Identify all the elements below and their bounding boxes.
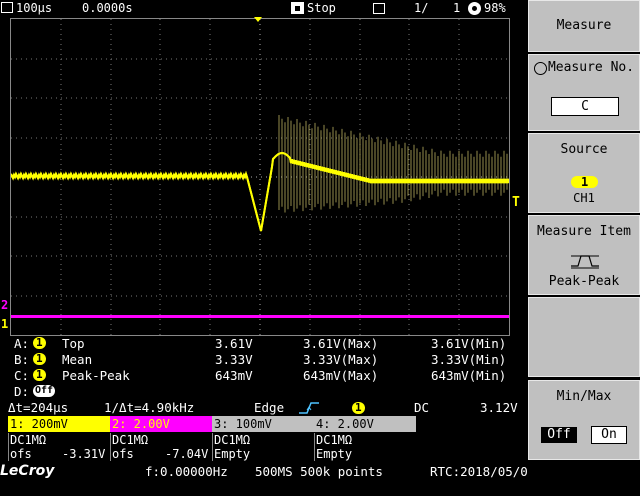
min-max-box[interactable]: Min/Max Off On [528,380,640,460]
measurement-channel-badge: Off [33,385,56,397]
measurement-row-b[interactable]: B: 1 Mean 3.33V 3.33V(Max) 3.33V(Min) [8,352,513,368]
measure-item-box[interactable]: Measure Item Peak-Peak [528,215,640,295]
measurement-max: 3.33V(Max) [303,352,379,367]
cursor-delta-t: Δt=204µs [8,400,69,415]
ch2-trace [11,315,509,318]
channel-4-scale[interactable]: 4: 2.00V [314,416,416,432]
measurement-row-d[interactable]: D: Off [8,384,513,400]
top-status-bar: 100µs 0.0000s Stop 1/ 1 98% [0,0,527,17]
run-stop-inner-icon [295,6,300,11]
empty-menu-box[interactable] [528,297,640,377]
measurement-name: Peak-Peak [62,368,130,383]
measurement-min: 3.61V(Min) [431,336,507,351]
measurement-min: 3.33V(Min) [431,352,507,367]
measure-title-box[interactable]: Measure [528,0,640,52]
sample-rate-info: 500MS 500k points [255,464,383,479]
channel-4-coupling: DC1MΩ [314,433,416,447]
channel-2-offset: -7.04V [165,447,209,461]
source-label: Source [560,142,608,157]
measurement-name: Top [62,336,85,351]
peak-peak-icon [571,255,599,269]
measure-no-box[interactable]: Measure No. C [528,54,640,131]
measure-menu-panel: Measure Measure No. C Source 1 CH1 Measu… [528,0,640,480]
measurement-channel-badge: 1 [33,369,46,381]
channel-1-coupling: DC1MΩ [8,433,110,447]
measurement-slot: C: [14,368,30,383]
trigger-position-marker[interactable] [254,17,262,22]
measurement-value: 3.33V [215,352,253,367]
channel-2-scale[interactable]: 2: 2.00V [110,416,212,432]
acquisition-count: 1/ [414,1,429,15]
measurement-row-c[interactable]: C: 1 Peak-Peak 643mV 643mV(Max) 643mV(Mi… [8,368,513,384]
channel-4-offset-label: Empty [314,447,416,461]
trigger-level[interactable]: 3.12V [480,400,518,416]
measure-no-label: Measure No. [547,60,635,75]
measurement-value: 643mV [215,368,253,383]
measurement-min: 643mV(Min) [431,368,507,383]
waveform-screen[interactable] [10,18,510,336]
channel-3-coupling: DC1MΩ [212,433,314,447]
acquisition-total: 1 [453,1,461,15]
timebase-value[interactable]: 100µs [16,1,52,15]
measurement-max: 643mV(Max) [303,368,379,383]
measurement-value: 3.61V [215,336,253,351]
trigger-coupling[interactable]: DC [414,400,429,416]
channel-1-offset: -3.31V [62,447,106,461]
measurement-row-a[interactable]: A: 1 Top 3.61V 3.61V(Max) 3.61V(Min) [8,336,513,352]
trigger-type[interactable]: Edge [254,400,284,416]
min-max-off-option[interactable]: Off [541,427,577,443]
channel-3-offset-label: Empty [212,447,314,461]
cursor-inverse-delta-t: 1/Δt=4.90kHz [104,400,195,415]
measurement-channel-badge: 1 [33,353,46,365]
measurement-channel-badge: 1 [33,337,46,349]
measure-item-label: Measure Item [537,224,631,239]
frequency-counter: f:0.00000Hz [145,464,228,479]
ch1-marker[interactable]: 1 [1,318,8,330]
battery-level: 98% [484,1,506,15]
brand-logo: LeCroy [0,463,55,479]
measurement-name: Mean [62,352,93,367]
delay-value[interactable]: 0.0000s [82,1,133,15]
channel-3-scale[interactable]: 3: 100mV [212,416,314,432]
channel-1-scale[interactable]: 1: 200mV [8,416,110,432]
bottom-status-bar: LeCroy f:0.00000Hz 500MS 500k points RTC… [0,463,603,480]
measure-no-value[interactable]: C [551,97,619,116]
measurement-slot: B: [14,352,30,367]
waveform-graticule [11,19,509,335]
rising-edge-icon [299,402,319,414]
measurement-slot: D: [14,384,30,399]
source-box[interactable]: Source 1 CH1 [528,133,640,213]
measurement-max: 3.61V(Max) [303,336,379,351]
min-max-label: Min/Max [556,389,612,404]
channel-2-coupling: DC1MΩ [110,433,212,447]
source-channel-badge: 1 [571,176,599,188]
source-value: CH1 [573,191,595,205]
trigger-source-badge[interactable]: 1 [352,402,365,414]
timebase-icon [1,2,13,13]
settings-gear-center-icon [472,6,477,11]
run-state[interactable]: Stop [307,1,336,15]
acquisition-icon [373,3,385,14]
panel-title: Measure [556,18,612,33]
min-max-on-option[interactable]: On [591,426,627,444]
measure-item-value: Peak-Peak [548,274,620,289]
trigger-level-marker[interactable]: T [512,196,520,210]
measurement-slot: A: [14,336,30,351]
ch2-marker[interactable]: 2 [1,299,8,311]
